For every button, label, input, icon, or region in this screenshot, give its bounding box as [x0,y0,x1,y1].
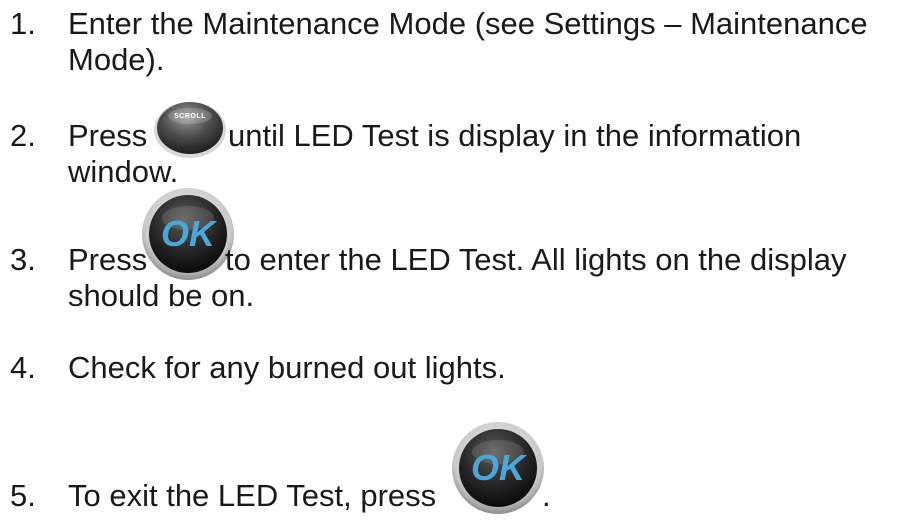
step-2: 2. Press SCROLL until LED Test is displa… [10,96,900,189]
step-number: 2. [10,118,36,153]
step-3: 3. Press OK to enter the LED Test. All l… [10,186,900,313]
step-number: 3. [10,242,36,277]
step-4: 4. Check for any burned out lights. [10,350,900,390]
step-number: 4. [10,350,36,385]
step-text-pre: Press [68,118,148,153]
step-text-post: to enter the LED Test. All lights on the… [225,242,847,277]
step-text-continuation: window. [68,154,179,189]
step-text: Enter the Maintenance Mode (see Settings… [68,6,868,41]
ok-button-icon: OK [450,420,546,524]
ok-button-label: OK [471,447,528,488]
step-number: 5. [10,478,36,513]
step-text-continuation: should be on. [68,278,255,313]
ok-button-label: OK [161,213,218,254]
step-text-pre: Press [68,242,148,277]
step-text-post: . [542,478,551,513]
step-5: 5. To exit the LED Test, press OK . [10,416,900,516]
step-text-pre: To exit the LED Test, press [68,478,437,513]
scroll-button-label: SCROLL [174,113,206,120]
ok-button-icon: OK [140,186,236,290]
step-number: 1. [10,6,36,41]
step-text-post: until LED Test is display in the informa… [228,118,802,153]
step-text: Check for any burned out lights. [68,350,506,385]
step-text-continuation: Mode). [68,42,165,77]
step-1: 1. Enter the Maintenance Mode (see Setti… [10,6,900,86]
